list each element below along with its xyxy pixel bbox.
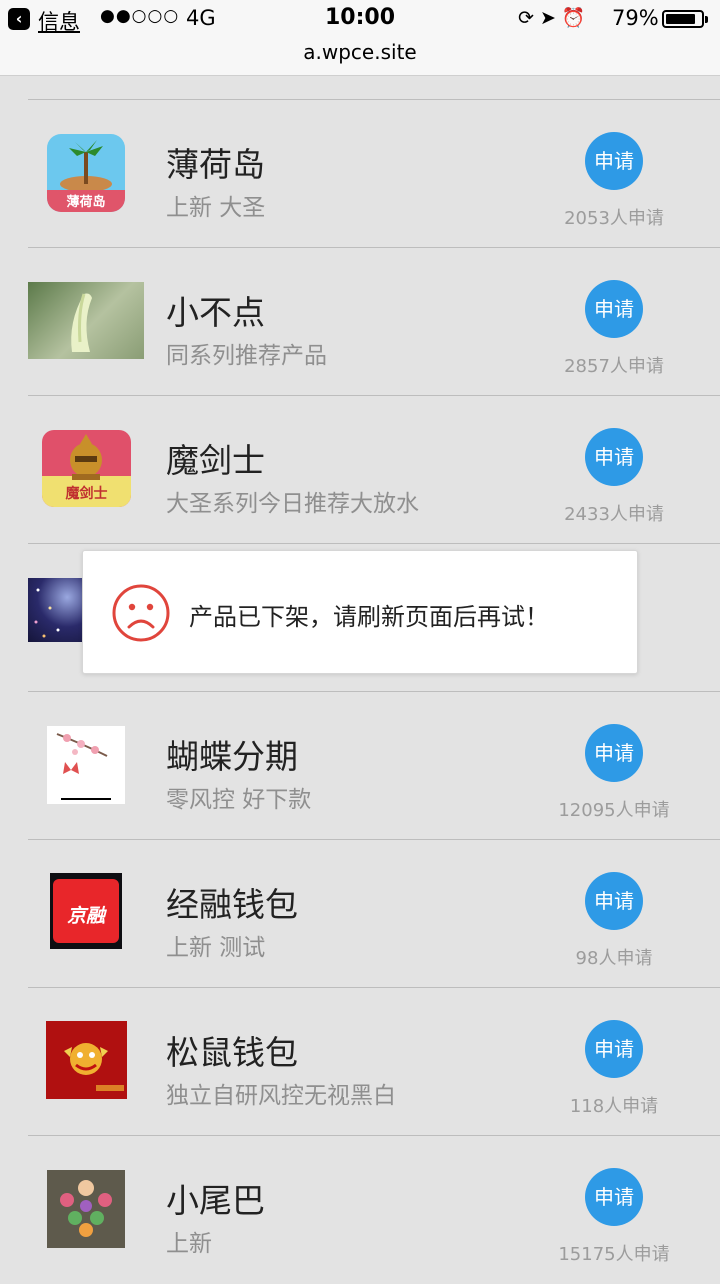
product-title: 松鼠钱包 [166, 1033, 298, 1072]
product-subtitle: 零风控 好下款 [166, 787, 312, 813]
apply-count: 98人申请 [575, 948, 653, 969]
product-title: 魔剑士 [166, 441, 265, 480]
product-title: 小尾巴 [166, 1181, 265, 1220]
product-title: 小不点 [166, 293, 265, 332]
apply-count: 2053人申请 [564, 208, 664, 229]
apply-count: 15175人申请 [558, 1244, 670, 1265]
palm-island-icon: 薄荷岛 [47, 134, 125, 212]
battery-icon [662, 10, 708, 28]
butterfly-blossom-icon [47, 726, 125, 804]
toast-message: 产品已下架，请刷新页面后再试！ [189, 603, 549, 631]
sad-face-icon [111, 583, 171, 643]
apply-count: 118人申请 [569, 1096, 659, 1117]
battery-percentage: 79% [612, 6, 659, 30]
product-row[interactable]: 松鼠钱包 独立自研风控无视黑白 申请 118人申请 [0, 988, 720, 1136]
lion-dance-icon [46, 1021, 127, 1099]
apply-button[interactable]: 申请 [585, 872, 643, 930]
product-subtitle: 独立自研风控无视黑白 [166, 1083, 396, 1109]
banana-photo [28, 282, 144, 359]
product-subtitle: 同系列推荐产品 [166, 343, 327, 369]
apply-button[interactable]: 申请 [585, 1020, 643, 1078]
product-row[interactable]: 小不点 同系列推荐产品 申请 2857人申请 [0, 248, 720, 396]
jingrong-icon: 京融 [50, 873, 122, 949]
product-row[interactable]: 薄荷岛 薄荷岛 上新 大圣 申请 2053人申请 [0, 100, 720, 248]
product-subtitle: 上新 测试 [166, 935, 266, 961]
product-subtitle: 上新 [166, 1231, 212, 1257]
product-row[interactable]: 小尾巴 上新 申请 15175人申请 [0, 1136, 720, 1284]
apply-count: 2857人申请 [564, 356, 664, 377]
apply-button[interactable]: 申请 [585, 280, 643, 338]
product-row[interactable]: 魔剑士 魔剑士 大圣系列今日推荐大放水 申请 2433人申请 [0, 396, 720, 544]
product-subtitle: 上新 大圣 [166, 195, 266, 221]
url-text: a.wpce.site [303, 40, 417, 64]
apply-button[interactable]: 申请 [585, 428, 643, 486]
floral-figure-icon [47, 1170, 125, 1248]
status-indicator-icons: ⟳ ➤ ⏰ [518, 7, 586, 29]
apply-button[interactable]: 申请 [585, 132, 643, 190]
starry-night-photo [28, 578, 84, 642]
logo-text: 魔剑士 [65, 486, 108, 502]
apply-button[interactable]: 申请 [585, 724, 643, 782]
error-toast: 产品已下架，请刷新页面后再试！ [82, 550, 638, 674]
product-row[interactable]: 蝴蝶分期 零风控 好下款 申请 12095人申请 [0, 692, 720, 840]
apply-count: 12095人申请 [558, 800, 670, 821]
product-subtitle: 大圣系列今日推荐大放水 [166, 491, 419, 517]
product-title: 薄荷岛 [166, 145, 265, 184]
apply-button[interactable]: 申请 [585, 1168, 643, 1226]
product-row[interactable]: 京融 经融钱包 上新 测试 申请 98人申请 [0, 840, 720, 988]
product-title: 蝴蝶分期 [166, 737, 298, 776]
apply-count: 2433人申请 [564, 504, 664, 525]
logo-text: 京融 [66, 905, 105, 927]
url-bar[interactable]: a.wpce.site [0, 40, 720, 76]
logo-text: 薄荷岛 [66, 195, 106, 210]
knight-helmet-icon: 魔剑士 [42, 430, 131, 507]
status-bar: ‹ 信息 ●●○○○ 4G 10:00 ⟳ ➤ ⏰ 79% [0, 0, 720, 40]
product-title: 经融钱包 [166, 885, 298, 924]
